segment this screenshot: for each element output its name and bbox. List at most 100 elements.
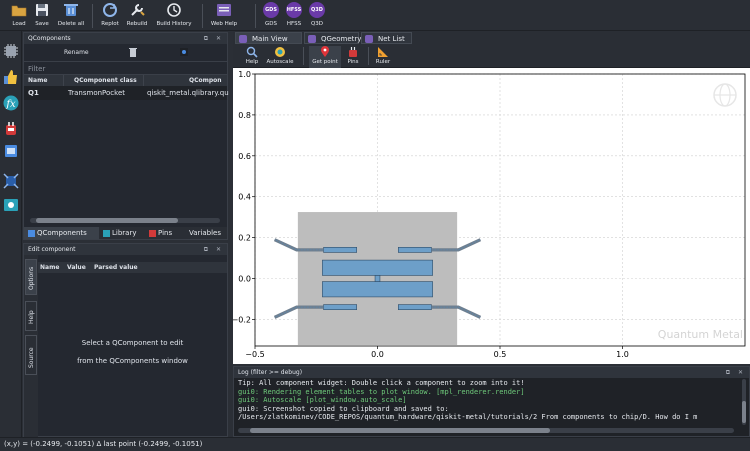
- help-button[interactable]: Help: [244, 46, 260, 68]
- qcomponent-q1-geometry[interactable]: [273, 212, 482, 345]
- fullscreen-icon[interactable]: [3, 173, 19, 189]
- col-module[interactable]: QCompon: [144, 75, 226, 86]
- y-tick-label: 0.0: [238, 275, 251, 284]
- tab-net-list[interactable]: Net List: [361, 32, 412, 44]
- gds-label: GDS: [265, 21, 277, 27]
- panel-window-controls[interactable]: ⧉ ✕: [726, 367, 746, 378]
- edit-col-name[interactable]: Name: [40, 264, 59, 271]
- plot-toolbar-divider: [303, 47, 304, 65]
- toolbar-divider: [92, 4, 93, 28]
- edit-col-value[interactable]: Value: [67, 264, 86, 271]
- net-list-tab-icon: [365, 35, 373, 43]
- ruler-label: Ruler: [375, 59, 391, 65]
- x-tick-label: 0.5: [494, 350, 507, 359]
- qubit-pad: [322, 259, 433, 276]
- rebuild-button[interactable]: Rebuild: [124, 1, 150, 30]
- qcomponents-tabs: QComponents Library Pins Variables: [24, 227, 227, 239]
- rebuild-label: Rebuild: [126, 21, 148, 27]
- cursor-coordinates: (x,y) = (-0.2499, -0.1051) Δ last point …: [4, 440, 203, 448]
- horizontal-scrollbar[interactable]: [30, 218, 220, 223]
- log-line: gui0: Screenshot copied to clipboard and…: [238, 404, 449, 413]
- gds-icon: GDS: [263, 2, 279, 18]
- save-button[interactable]: Save: [32, 1, 52, 30]
- function-icon[interactable]: fx: [3, 95, 19, 111]
- delete-all-button[interactable]: Delete all: [56, 1, 86, 30]
- plot-toolbar-divider: [368, 47, 369, 65]
- select-icon[interactable]: [180, 48, 188, 56]
- log-line: gui0: Rendering element tables to plot w…: [238, 387, 525, 396]
- y-tick-label: −0.2: [233, 315, 251, 324]
- tab-qcomponents[interactable]: QComponents: [24, 227, 99, 239]
- load-label: Load: [12, 21, 26, 27]
- main-view-tabs: Main View QGeometry Net List: [233, 31, 750, 44]
- col-class[interactable]: QComponent class: [64, 75, 144, 86]
- screenshot-icon[interactable]: [3, 197, 19, 213]
- pins-button[interactable]: Pins: [344, 46, 362, 68]
- table-row[interactable]: Q1 TransmonPocket qiskit_metal.qlibrary.…: [24, 86, 229, 100]
- tab-pins[interactable]: Pins: [145, 227, 185, 239]
- status-bar: (x,y) = (-0.2499, -0.1051) Δ last point …: [0, 437, 750, 451]
- x-tick-label: 1.0: [616, 350, 629, 359]
- row-name: Q1: [28, 89, 39, 97]
- edit-panel-title: Edit component ⧉ ✕: [24, 244, 227, 255]
- chip-icon[interactable]: [3, 43, 19, 59]
- filter-input[interactable]: Filter: [24, 61, 227, 75]
- save-label: Save: [35, 21, 49, 27]
- thumbs-up-icon[interactable]: [3, 69, 19, 85]
- q3d-label: Q3D: [310, 21, 324, 27]
- edit-message-line1: Select a QComponent to edit: [81, 339, 184, 347]
- get-point-label: Get point: [312, 59, 338, 65]
- qcomponents-panel: QComponents ⧉ ✕ Rename Filter Name QCompo…: [23, 32, 229, 240]
- row-module: qiskit_metal.qlibrary.qu: [147, 89, 229, 97]
- web-help-button[interactable]: Web Help: [208, 1, 240, 30]
- side-tab-options[interactable]: Options: [25, 259, 37, 295]
- tab-library-label: Library: [112, 229, 137, 237]
- side-tab-source[interactable]: Source: [25, 335, 37, 375]
- log-line: Tip: All component widget: Double click …: [238, 379, 525, 387]
- svg-text:fx: fx: [5, 99, 16, 110]
- build-history-button[interactable]: Build History: [154, 1, 194, 30]
- tab-variables[interactable]: Variables: [185, 227, 227, 239]
- y-tick-label: 0.6: [238, 152, 251, 161]
- pins-tab-icon: [149, 229, 156, 237]
- tab-main-view[interactable]: Main View: [235, 32, 302, 44]
- get-point-button[interactable]: Get point: [309, 46, 341, 68]
- ruler-button[interactable]: Ruler: [373, 46, 393, 68]
- scrollbar-thumb[interactable]: [742, 401, 746, 423]
- q3d-button[interactable]: Q3D Q3D: [307, 1, 327, 30]
- tab-main-view-label: Main View: [252, 35, 288, 43]
- rename-button[interactable]: Rename: [64, 49, 89, 56]
- qubit-pad: [322, 281, 433, 298]
- side-tab-source-label: Source: [28, 347, 35, 368]
- tab-qcomponents-label: QComponents: [37, 229, 87, 237]
- log-horizontal-scrollbar[interactable]: [238, 428, 734, 433]
- hfss-button[interactable]: HFSS HFSS: [284, 1, 304, 30]
- toolbar-divider: [255, 4, 256, 28]
- log-output[interactable]: Tip: All component widget: Double click …: [234, 378, 749, 422]
- trash-icon[interactable]: [129, 47, 137, 57]
- panel-window-controls[interactable]: ⧉ ✕: [204, 33, 224, 44]
- plot-canvas[interactable]: −0.5 0.0 0.5 1.0 −0.2 0.0 0.2 0.4 0.6 0.8 1.0 Quan…: [232, 68, 750, 364]
- log-vertical-scrollbar[interactable]: [742, 379, 746, 425]
- load-button[interactable]: Load: [8, 1, 30, 30]
- gds-button[interactable]: GDS GDS: [261, 1, 281, 30]
- replot-button[interactable]: Replot: [98, 1, 122, 30]
- plot-svg[interactable]: −0.5 0.0 0.5 1.0 −0.2 0.0 0.2 0.4 0.6 0.8 1.0 Quan…: [232, 68, 750, 364]
- side-tab-help[interactable]: Help: [25, 301, 37, 331]
- plug-icon[interactable]: [3, 121, 19, 137]
- cube-icon[interactable]: [3, 143, 19, 159]
- autoscale-button[interactable]: Autoscale: [265, 46, 295, 68]
- scrollbar-thumb[interactable]: [36, 218, 178, 223]
- col-name[interactable]: Name: [24, 75, 64, 86]
- scrollbar-thumb[interactable]: [250, 428, 550, 433]
- edit-component-panel: Edit component ⧉ ✕ Options Help Source N…: [23, 243, 228, 437]
- qcomponents-tab-icon: [28, 229, 35, 237]
- panel-window-controls[interactable]: ⧉ ✕: [204, 244, 224, 255]
- hfss-label: HFSS: [286, 21, 302, 27]
- web-help-label: Web Help: [210, 21, 238, 27]
- side-tab-options-label: Options: [28, 266, 35, 290]
- edit-col-parsed[interactable]: Parsed value: [94, 264, 138, 271]
- delete-icon: [64, 4, 78, 16]
- tab-qgeometry[interactable]: QGeometry: [304, 32, 361, 44]
- tab-library[interactable]: Library: [99, 227, 145, 239]
